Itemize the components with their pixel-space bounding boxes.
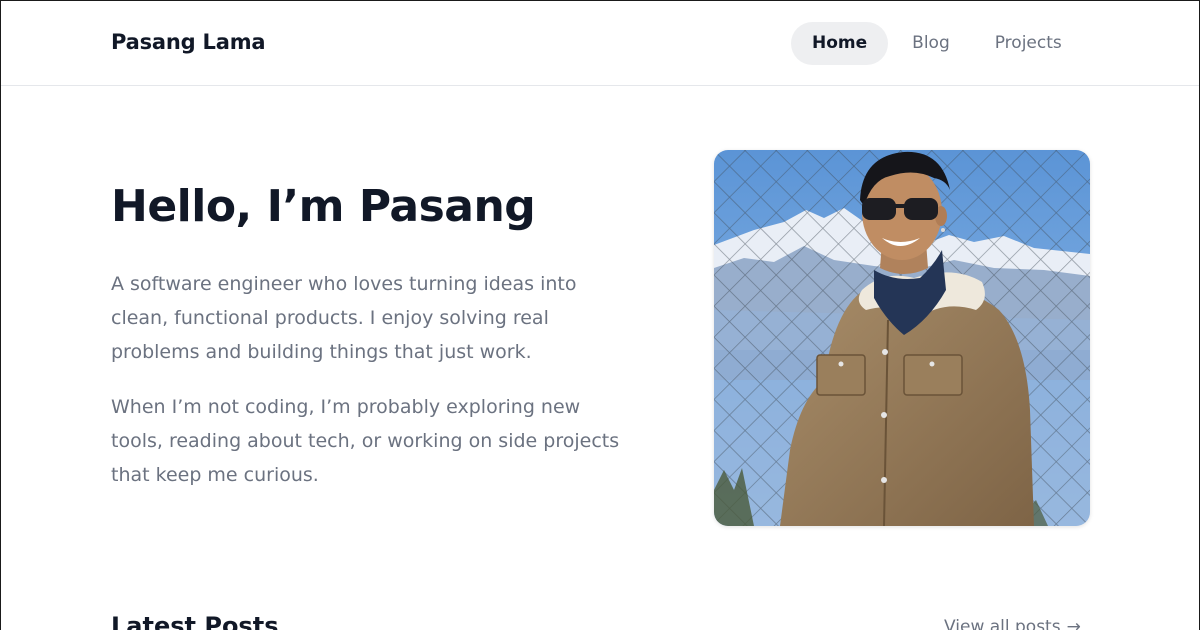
site-brand[interactable]: Pasang Lama xyxy=(111,30,266,54)
hero-hobby-paragraph: When I’m not coding, I’m probably explor… xyxy=(111,396,620,486)
view-all-posts-label: View all posts xyxy=(944,617,1061,630)
hero-intro-paragraph: A software engineer who loves turning id… xyxy=(111,273,577,363)
arrow-right-icon: → xyxy=(1066,617,1081,630)
page-frame: Pasang Lama Home Blog Projects Hello, I’… xyxy=(0,0,1200,630)
main-nav: Home Blog Projects xyxy=(791,22,1086,65)
view-all-posts-link[interactable]: View all posts → xyxy=(944,617,1081,630)
nav-projects[interactable]: Projects xyxy=(974,22,1083,65)
latest-posts-title: Latest Posts xyxy=(111,612,279,630)
nav-blog[interactable]: Blog xyxy=(891,22,971,65)
nav-home[interactable]: Home xyxy=(791,22,889,65)
hero-title: Hello, I’m Pasang xyxy=(111,181,536,232)
profile-photo xyxy=(714,150,1090,526)
site-header: Pasang Lama Home Blog Projects xyxy=(1,1,1199,86)
